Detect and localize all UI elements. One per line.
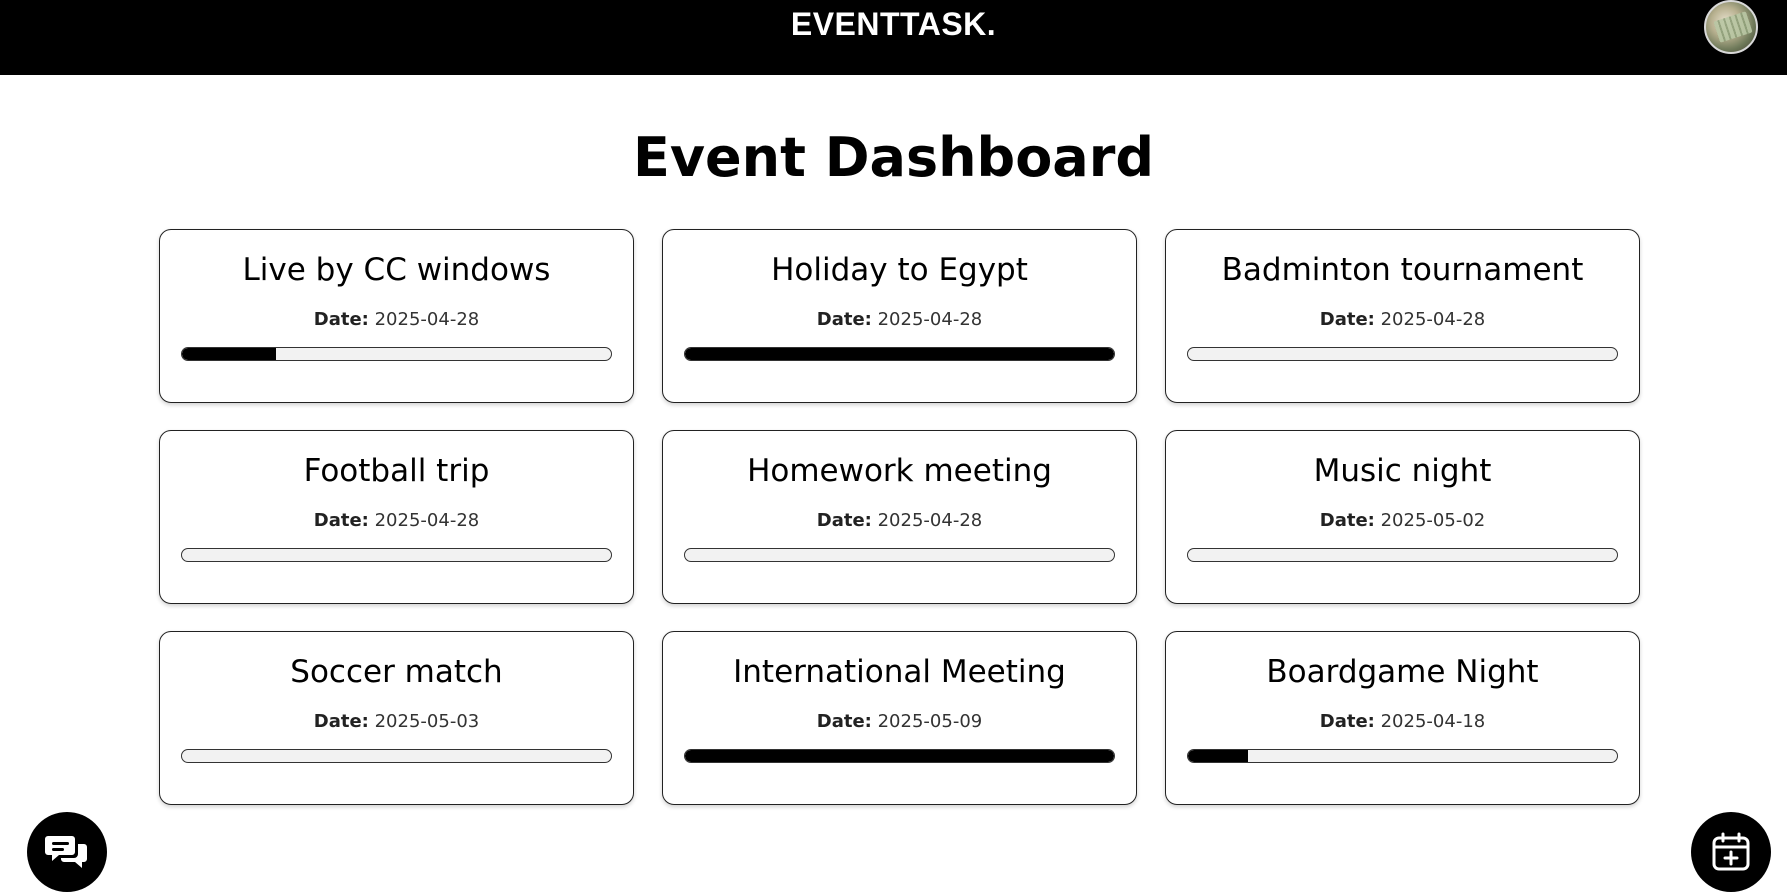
event-title: International Meeting [733, 654, 1066, 690]
user-avatar-icon[interactable] [1704, 0, 1758, 54]
event-date-label: Date: [313, 711, 369, 732]
event-date: Date: 2025-04-28 [663, 309, 1136, 330]
event-progress-bar [181, 347, 612, 361]
event-date-value: 2025-04-28 [877, 309, 983, 330]
event-date: Date: 2025-04-28 [1166, 309, 1639, 330]
event-title: Soccer match [290, 654, 503, 690]
event-card[interactable]: Boardgame Night Date: 2025-04-18 [1165, 631, 1640, 805]
event-date: Date: 2025-04-28 [160, 510, 633, 531]
event-date-value: 2025-05-09 [877, 711, 983, 732]
page-title: Event Dashboard [632, 126, 1155, 189]
event-progress-bar [181, 548, 612, 562]
event-card[interactable]: Music night Date: 2025-05-02 [1165, 430, 1640, 604]
event-date-value: 2025-04-18 [1380, 711, 1486, 732]
event-date-value: 2025-04-28 [877, 510, 983, 531]
add-event-button[interactable] [1691, 812, 1771, 892]
event-date-value: 2025-05-03 [374, 711, 480, 732]
event-date-label: Date: [816, 711, 872, 732]
event-title: Holiday to Egypt [771, 252, 1028, 288]
event-title: Music night [1313, 453, 1492, 489]
event-date-label: Date: [313, 309, 369, 330]
event-card[interactable]: Football trip Date: 2025-04-28 [159, 430, 634, 604]
event-progress-fill [1188, 750, 1249, 762]
event-date: Date: 2025-05-09 [663, 711, 1136, 732]
event-date: Date: 2025-04-28 [663, 510, 1136, 531]
event-date-value: 2025-04-28 [1380, 309, 1486, 330]
event-date-value: 2025-05-02 [1380, 510, 1486, 531]
event-date: Date: 2025-04-18 [1166, 711, 1639, 732]
event-date-value: 2025-04-28 [374, 309, 480, 330]
event-title: Badminton tournament [1221, 252, 1584, 288]
event-grid: Live by CC windows Date: 2025-04-28 Holida… [159, 229, 1640, 805]
event-title: Football trip [303, 453, 490, 489]
event-progress-bar [684, 548, 1115, 562]
event-date: Date: 2025-05-02 [1166, 510, 1639, 531]
event-title: Boardgame Night [1266, 654, 1539, 690]
event-progress-bar [181, 749, 612, 763]
event-progress-bar [684, 347, 1115, 361]
event-date-label: Date: [816, 510, 872, 531]
event-progress-bar [1187, 749, 1618, 763]
chat-button[interactable] [27, 812, 107, 892]
event-card[interactable]: Homework meeting Date: 2025-04-28 [662, 430, 1137, 604]
event-date-label: Date: [1319, 711, 1375, 732]
event-title: Live by CC windows [242, 252, 551, 288]
event-card[interactable]: Badminton tournament Date: 2025-04-28 [1165, 229, 1640, 403]
event-date: Date: 2025-04-28 [160, 309, 633, 330]
top-bar: EVENTTASK. [0, 0, 1787, 75]
event-date-label: Date: [1319, 510, 1375, 531]
event-progress-fill [685, 750, 1114, 762]
event-date-label: Date: [1319, 309, 1375, 330]
calendar-plus-icon [1712, 832, 1750, 871]
event-progress-bar [684, 749, 1115, 763]
event-progress-fill [685, 348, 1114, 360]
event-card[interactable]: International Meeting Date: 2025-05-09 [662, 631, 1137, 805]
chat-bubbles-icon [45, 836, 87, 868]
app-brand[interactable]: EVENTTASK. [0, 6, 1787, 43]
event-date-label: Date: [313, 510, 369, 531]
event-date-label: Date: [816, 309, 872, 330]
event-progress-bar [1187, 548, 1618, 562]
event-date-value: 2025-04-28 [374, 510, 480, 531]
event-card[interactable]: Holiday to Egypt Date: 2025-04-28 [662, 229, 1137, 403]
event-card[interactable]: Live by CC windows Date: 2025-04-28 [159, 229, 634, 403]
event-title: Homework meeting [747, 453, 1052, 489]
event-progress-fill [182, 348, 277, 360]
event-date: Date: 2025-05-03 [160, 711, 633, 732]
event-card[interactable]: Soccer match Date: 2025-05-03 [159, 631, 634, 805]
event-progress-bar [1187, 347, 1618, 361]
